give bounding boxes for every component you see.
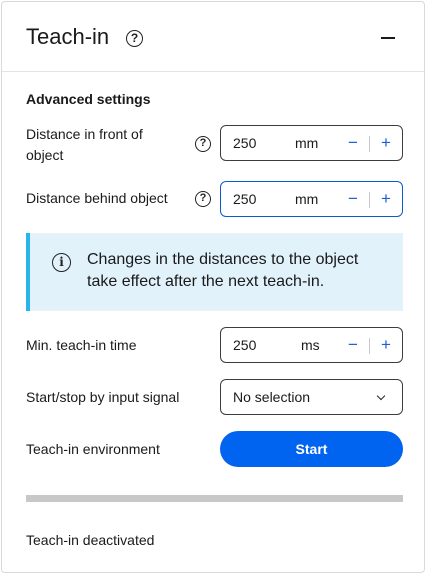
chevron-down-icon bbox=[376, 391, 386, 401]
increment-button[interactable]: + bbox=[376, 333, 396, 357]
distance-front-field[interactable]: 250 mm − + bbox=[220, 125, 403, 161]
stepper-divider bbox=[369, 192, 370, 208]
distance-behind-unit: mm bbox=[295, 191, 319, 207]
input-signal-selected: No selection bbox=[233, 389, 311, 405]
distance-front-unit: mm bbox=[295, 135, 319, 151]
input-signal-label: Start/stop by input signal bbox=[26, 389, 180, 405]
panel-header: Teach-in ? bbox=[2, 2, 424, 72]
start-button[interactable]: Start bbox=[220, 431, 403, 467]
stepper-divider bbox=[369, 136, 370, 152]
teach-in-status: Teach-in deactivated bbox=[26, 532, 155, 548]
info-circle-icon: i bbox=[52, 253, 71, 272]
question-circle-icon[interactable]: ? bbox=[126, 30, 143, 47]
distance-front-value[interactable]: 250 bbox=[233, 135, 256, 151]
info-text: Changes in the distances to the object t… bbox=[87, 251, 359, 290]
decrement-button[interactable]: − bbox=[343, 333, 363, 357]
distance-front-label: Distance in front of object bbox=[26, 126, 143, 163]
min-teach-in-time-value[interactable]: 250 bbox=[233, 337, 256, 353]
min-teach-in-time-unit: ms bbox=[301, 337, 320, 353]
input-signal-select[interactable]: No selection bbox=[220, 379, 403, 415]
min-teach-in-time-field[interactable]: 250 ms − + bbox=[220, 327, 403, 363]
decrement-button[interactable]: − bbox=[343, 187, 363, 211]
panel-title: Teach-in bbox=[26, 24, 110, 49]
decrement-button[interactable]: − bbox=[343, 131, 363, 155]
advanced-settings-title: Advanced settings bbox=[26, 91, 151, 107]
info-message: i Changes in the distances to the object… bbox=[26, 233, 403, 311]
distance-behind-field[interactable]: 250 mm − + bbox=[220, 181, 403, 217]
stepper-divider bbox=[369, 338, 370, 354]
increment-button[interactable]: + bbox=[376, 187, 396, 211]
teach-in-panel: Teach-in ? Advanced settings Distance in… bbox=[1, 1, 425, 573]
distance-behind-value[interactable]: 250 bbox=[233, 191, 256, 207]
increment-button[interactable]: + bbox=[376, 131, 396, 155]
question-circle-icon[interactable]: ? bbox=[195, 136, 211, 152]
teach-in-progress-bar bbox=[26, 495, 403, 502]
min-teach-in-time-label: Min. teach-in time bbox=[26, 337, 137, 353]
distance-behind-label: Distance behind object bbox=[26, 190, 168, 206]
collapse-button[interactable] bbox=[376, 26, 400, 50]
question-circle-icon[interactable]: ? bbox=[195, 191, 211, 207]
teach-in-environment-label: Teach-in environment bbox=[26, 441, 160, 457]
